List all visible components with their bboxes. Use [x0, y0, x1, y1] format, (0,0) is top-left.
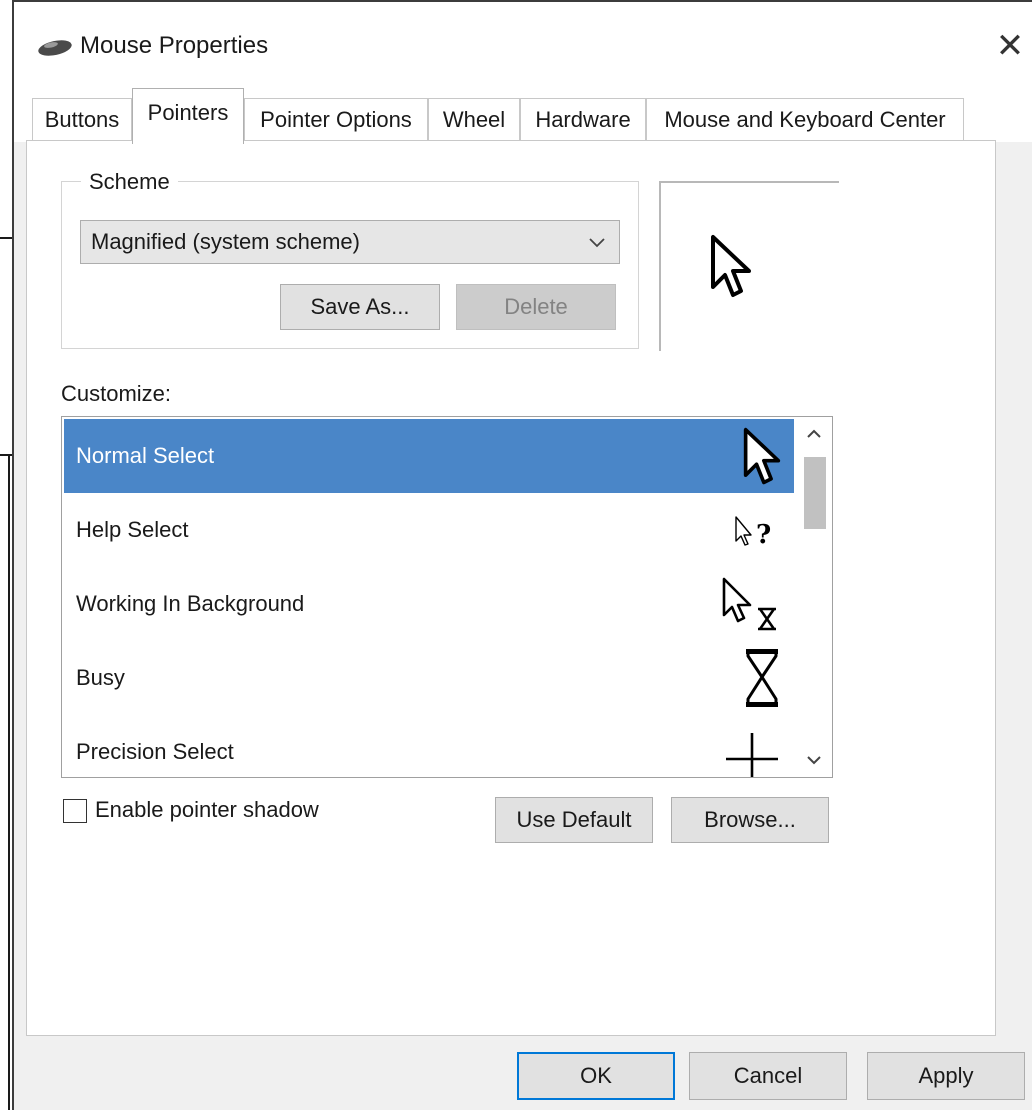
list-item[interactable]: Precision Select	[64, 715, 794, 777]
apply-button[interactable]: Apply	[867, 1052, 1025, 1100]
tab-pointers[interactable]: Pointers	[132, 88, 244, 144]
list-item-label: Busy	[76, 665, 125, 690]
working-cursor-icon	[722, 577, 776, 631]
list-item[interactable]: Help Select ?	[64, 493, 794, 567]
hourglass-cursor-icon	[746, 649, 778, 707]
scheme-selected-value: Magnified (system scheme)	[91, 229, 360, 254]
callout-line	[8, 454, 10, 1110]
scheme-group-label: Scheme	[81, 169, 178, 195]
list-item[interactable]: Working In Background	[64, 567, 794, 641]
pointer-preview	[659, 181, 839, 351]
enable-pointer-shadow-label[interactable]: Enable pointer shadow	[95, 797, 319, 823]
delete-button[interactable]: Delete	[456, 284, 616, 330]
svg-text:?: ?	[756, 520, 771, 550]
tab-buttons[interactable]: Buttons	[32, 98, 132, 142]
tab-hardware[interactable]: Hardware	[520, 98, 646, 142]
scroll-down-arrow-icon[interactable]	[796, 743, 832, 777]
mouse-icon	[38, 40, 72, 56]
use-default-button[interactable]: Use Default	[495, 797, 653, 843]
list-item-label: Help Select	[76, 517, 189, 542]
cursor-list[interactable]: Normal Select Help Select ? Working In B…	[61, 416, 833, 778]
enable-pointer-shadow-checkbox[interactable]	[63, 799, 87, 823]
scheme-dropdown[interactable]: Magnified (system scheme)	[80, 220, 620, 264]
mouse-properties-window: Mouse Properties ✕ Buttons Pointers Poin…	[12, 0, 1032, 1110]
arrow-cursor-icon	[743, 427, 781, 485]
tab-pointer-options[interactable]: Pointer Options	[244, 98, 428, 142]
list-item-label: Working In Background	[76, 591, 305, 616]
tab-wheel[interactable]: Wheel	[428, 98, 520, 142]
chevron-down-icon	[589, 238, 605, 248]
screenshot-stage: Mouse Properties ✕ Buttons Pointers Poin…	[0, 0, 1032, 1110]
cancel-button[interactable]: Cancel	[689, 1052, 847, 1100]
dialog-footer: OK Cancel Apply	[14, 1036, 1032, 1110]
close-icon: ✕	[995, 27, 1025, 65]
scroll-up-arrow-icon[interactable]	[796, 417, 832, 451]
tab-strip: Buttons Pointers Pointer Options Wheel H…	[14, 86, 1032, 144]
scheme-group: Magnified (system scheme) Save As... Del…	[61, 181, 639, 349]
list-item-label: Normal Select	[76, 443, 215, 468]
ok-button[interactable]: OK	[517, 1052, 675, 1100]
scrollbar-thumb[interactable]	[804, 457, 826, 529]
close-button[interactable]: ✕	[986, 22, 1032, 70]
list-item-label: Precision Select	[76, 739, 234, 764]
tab-mouse-and-keyboard-center[interactable]: Mouse and Keyboard Center	[646, 98, 964, 142]
save-as-button[interactable]: Save As...	[280, 284, 440, 330]
list-item[interactable]: Busy	[64, 641, 794, 715]
crosshair-cursor-icon	[726, 733, 778, 777]
window-title: Mouse Properties	[80, 32, 269, 59]
customize-label: Customize:	[61, 381, 172, 406]
browse-button[interactable]: Browse...	[671, 797, 829, 843]
help-cursor-icon: ?	[735, 516, 771, 550]
pointers-tab-panel: Magnified (system scheme) Save As... Del…	[26, 140, 996, 1036]
list-item[interactable]: Normal Select	[64, 419, 794, 493]
title-bar: Mouse Properties ✕	[14, 2, 1032, 86]
list-scrollbar[interactable]	[796, 417, 832, 777]
arrow-cursor-icon	[711, 235, 751, 297]
